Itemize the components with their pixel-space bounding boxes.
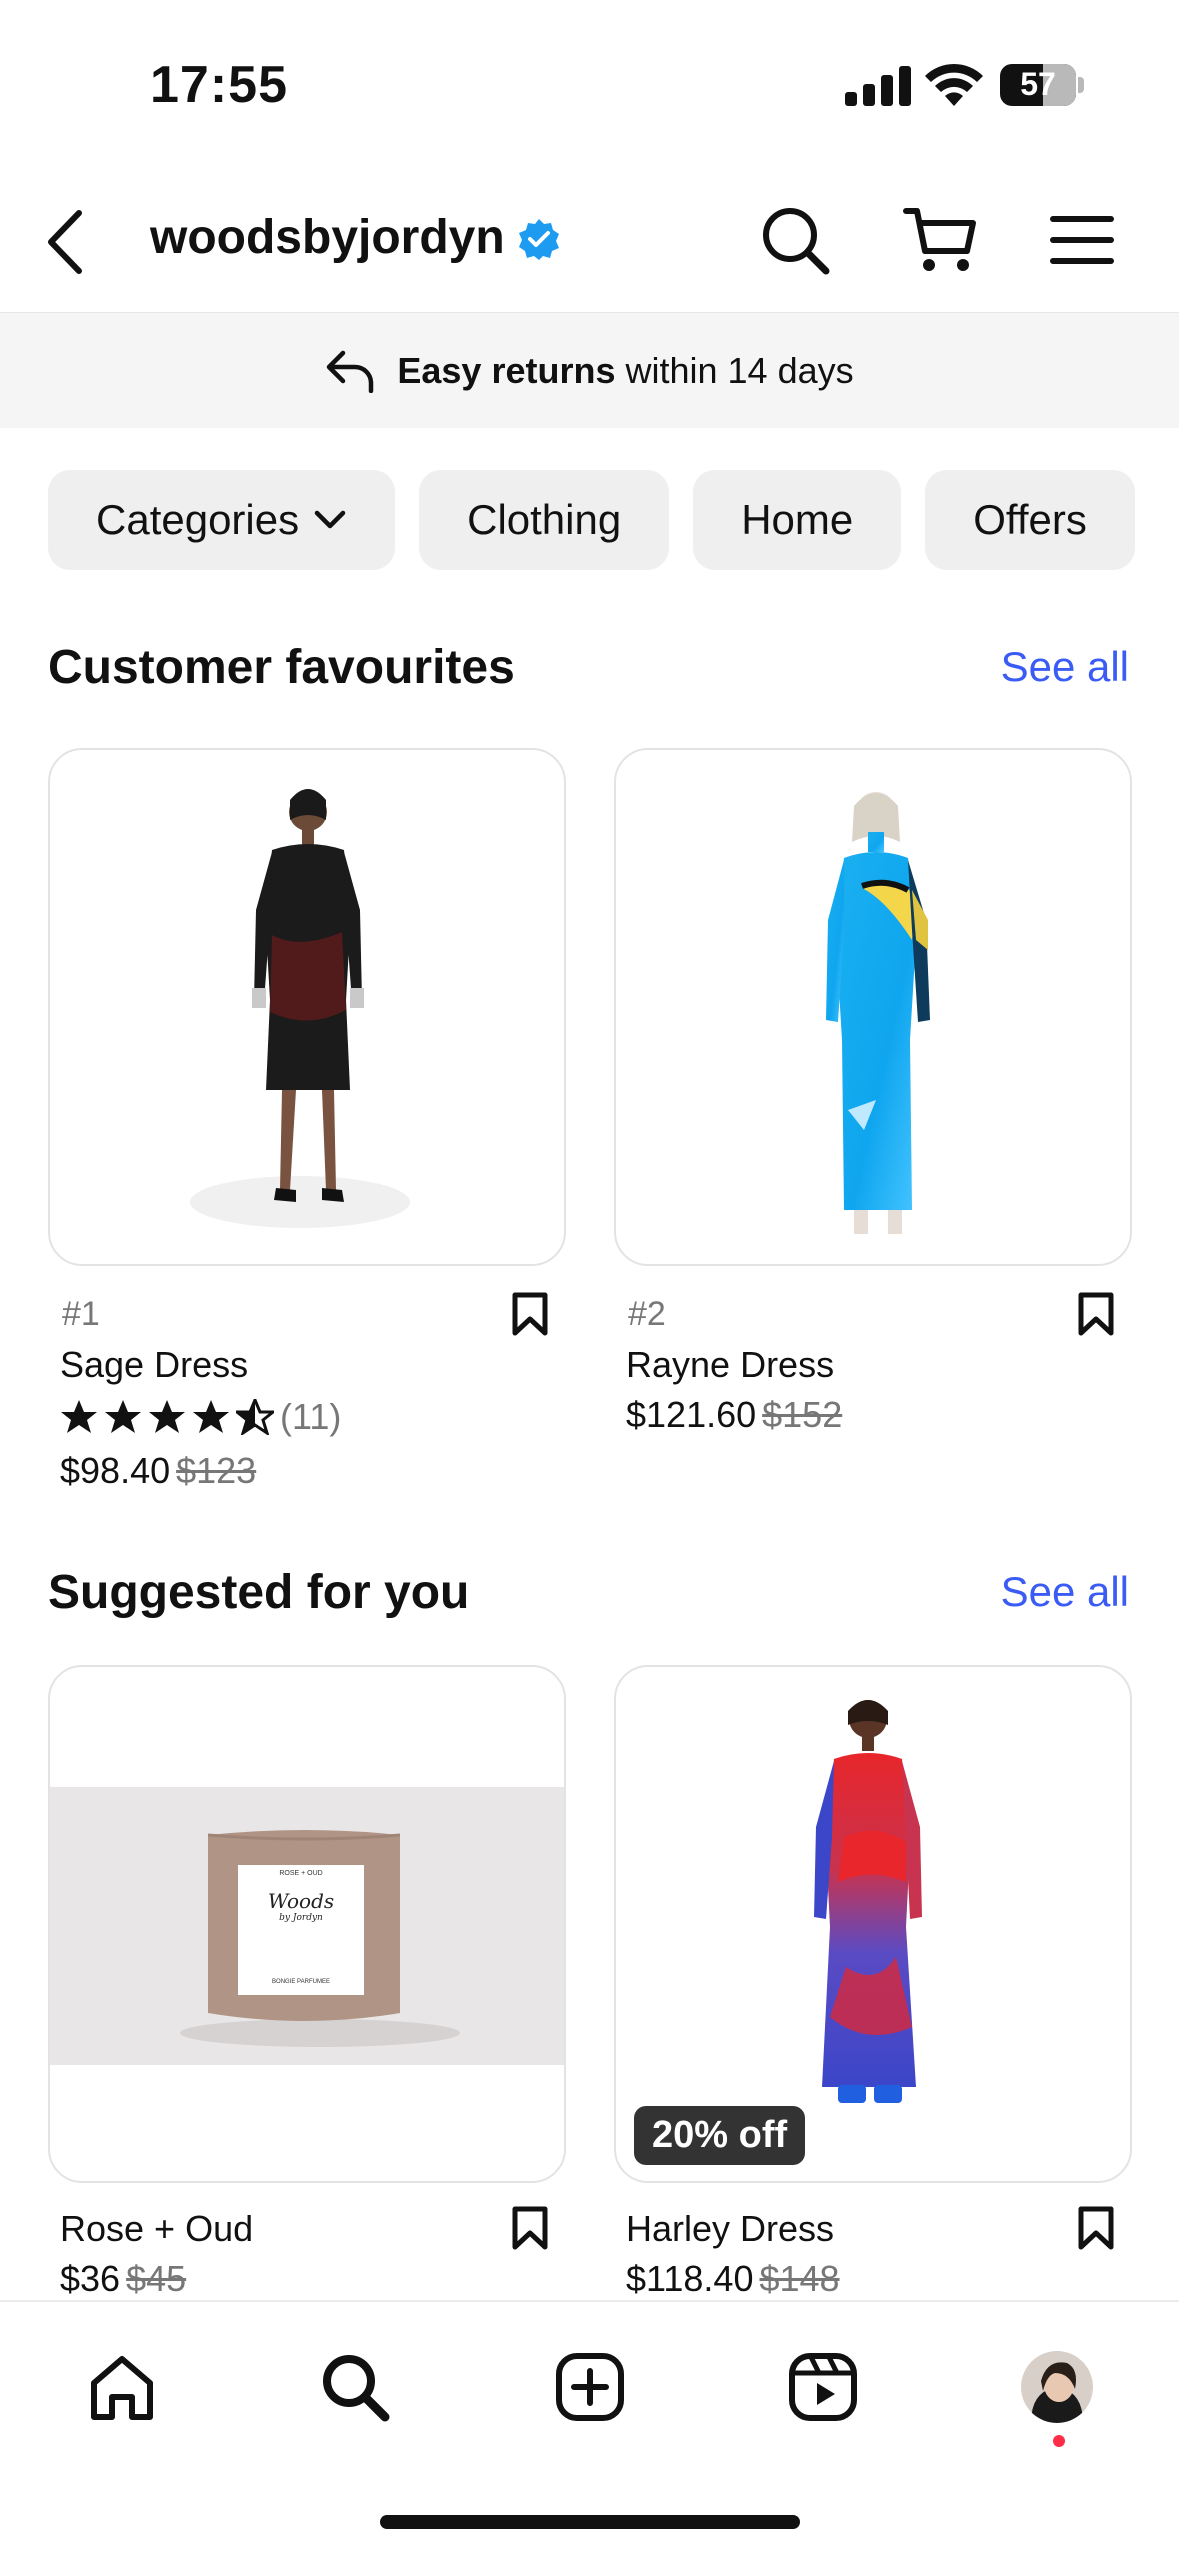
- product-price: $121.60 $152: [626, 1394, 843, 1435]
- save-button[interactable]: [1071, 2200, 1121, 2256]
- bookmark-icon: [512, 1292, 548, 1336]
- menu-icon: [1050, 216, 1114, 264]
- search-icon: [323, 2355, 390, 2422]
- nav-create[interactable]: [545, 2342, 635, 2432]
- nav-home[interactable]: [77, 2342, 167, 2432]
- discount-badge: 20% off: [634, 2106, 806, 2165]
- see-all-suggested[interactable]: See all: [1001, 1568, 1129, 1616]
- star-icon: [193, 1400, 229, 1433]
- original-price: $123: [176, 1450, 257, 1491]
- return-arrow-icon: [327, 350, 374, 393]
- product-image-rose-oud[interactable]: ROSE + OUD Woods by Jordyn BONGIE PARFUM…: [48, 1665, 566, 2183]
- product-image-rayne-dress[interactable]: [614, 748, 1132, 1266]
- status-time: 17:55: [150, 56, 288, 114]
- candle-image: [50, 1787, 564, 2065]
- candle-label-brand: Woods: [267, 1889, 335, 1913]
- product-image-harley-dress[interactable]: 20% off: [614, 1665, 1132, 2183]
- candle-label-top: ROSE + OUD: [279, 1870, 323, 1877]
- candle-label-sub: by Jordyn: [279, 1913, 323, 1923]
- original-price: $152: [762, 1394, 843, 1435]
- menu-button[interactable]: [1042, 200, 1122, 280]
- verified-badge-icon: [519, 219, 559, 260]
- see-all-favourites[interactable]: See all: [1001, 643, 1129, 691]
- search-button[interactable]: [755, 200, 835, 280]
- product-price: $98.40 $123: [60, 1450, 257, 1491]
- returns-banner[interactable]: Easy returns within 14 days: [0, 312, 1179, 428]
- original-price: $45: [126, 2258, 187, 2299]
- product-price: $36 $45: [60, 2258, 187, 2299]
- home-icon: [91, 2356, 153, 2420]
- wifi-icon: [925, 63, 983, 106]
- dress-image: [190, 789, 410, 1228]
- star-half-icon: [236, 1399, 274, 1435]
- bookmark-icon: [1078, 1292, 1114, 1336]
- category-chips: Categories Clothing Home Offers: [48, 470, 1135, 570]
- star-icon: [105, 1400, 141, 1433]
- product-price: $118.40 $148: [626, 2258, 840, 2299]
- battery-level: 57: [1020, 66, 1056, 102]
- save-button[interactable]: [1071, 1286, 1121, 1342]
- candle-label-bottom: BONGIE PARFUMEE: [272, 1979, 330, 1985]
- product-rank: #2: [628, 1295, 666, 1333]
- bookmark-icon: [512, 2206, 548, 2250]
- chip-offers[interactable]: Offers: [925, 470, 1135, 570]
- shop-header: woodsbyjordyn: [0, 170, 1179, 312]
- status-bar: 17:55 57: [0, 0, 1179, 170]
- product-name[interactable]: Harley Dress: [626, 2208, 834, 2250]
- save-button[interactable]: [505, 2200, 555, 2256]
- rating-stars: (11): [60, 1396, 341, 1438]
- product-image-sage-dress[interactable]: [48, 748, 566, 1266]
- section-title-suggested: Suggested for you: [48, 1566, 470, 1619]
- create-icon: [556, 2353, 624, 2421]
- battery-tip: [1078, 77, 1084, 93]
- reels-icon: [789, 2353, 857, 2421]
- cart-icon: [903, 208, 976, 271]
- chip-home[interactable]: Home: [693, 470, 902, 570]
- product-name[interactable]: Rose + Oud: [60, 2208, 253, 2250]
- search-icon: [763, 208, 830, 275]
- home-indicator: [380, 2515, 800, 2529]
- product-name[interactable]: Sage Dress: [60, 1344, 248, 1386]
- battery-icon: 57: [1000, 64, 1076, 106]
- original-price: $148: [759, 2258, 840, 2299]
- cellular-signal-icon: [845, 66, 911, 106]
- nav-profile[interactable]: [1012, 2342, 1102, 2432]
- product-name[interactable]: Rayne Dress: [626, 1344, 834, 1386]
- dress-image: [826, 792, 930, 1234]
- nav-reels[interactable]: [778, 2342, 868, 2432]
- star-icon: [149, 1400, 185, 1433]
- rating-count: (11): [280, 1396, 342, 1437]
- section-title-favourites: Customer favourites: [48, 641, 515, 694]
- star-icon: [61, 1400, 97, 1433]
- nav-search[interactable]: [310, 2342, 400, 2432]
- profile-avatar: [1021, 2351, 1093, 2423]
- cart-button[interactable]: [900, 200, 980, 280]
- bookmark-icon: [1078, 2206, 1114, 2250]
- chevron-left-icon: [48, 210, 82, 274]
- shop-name[interactable]: woodsbyjordyn: [150, 210, 505, 265]
- back-button[interactable]: [30, 202, 100, 282]
- returns-text: Easy returns within 14 days: [397, 349, 854, 391]
- product-rank: #1: [62, 1295, 100, 1333]
- chip-clothing[interactable]: Clothing: [419, 470, 670, 570]
- save-button[interactable]: [505, 1286, 555, 1342]
- chip-categories[interactable]: Categories: [48, 470, 396, 570]
- chevron-down-icon: [313, 509, 347, 531]
- notification-dot: [1053, 2435, 1065, 2447]
